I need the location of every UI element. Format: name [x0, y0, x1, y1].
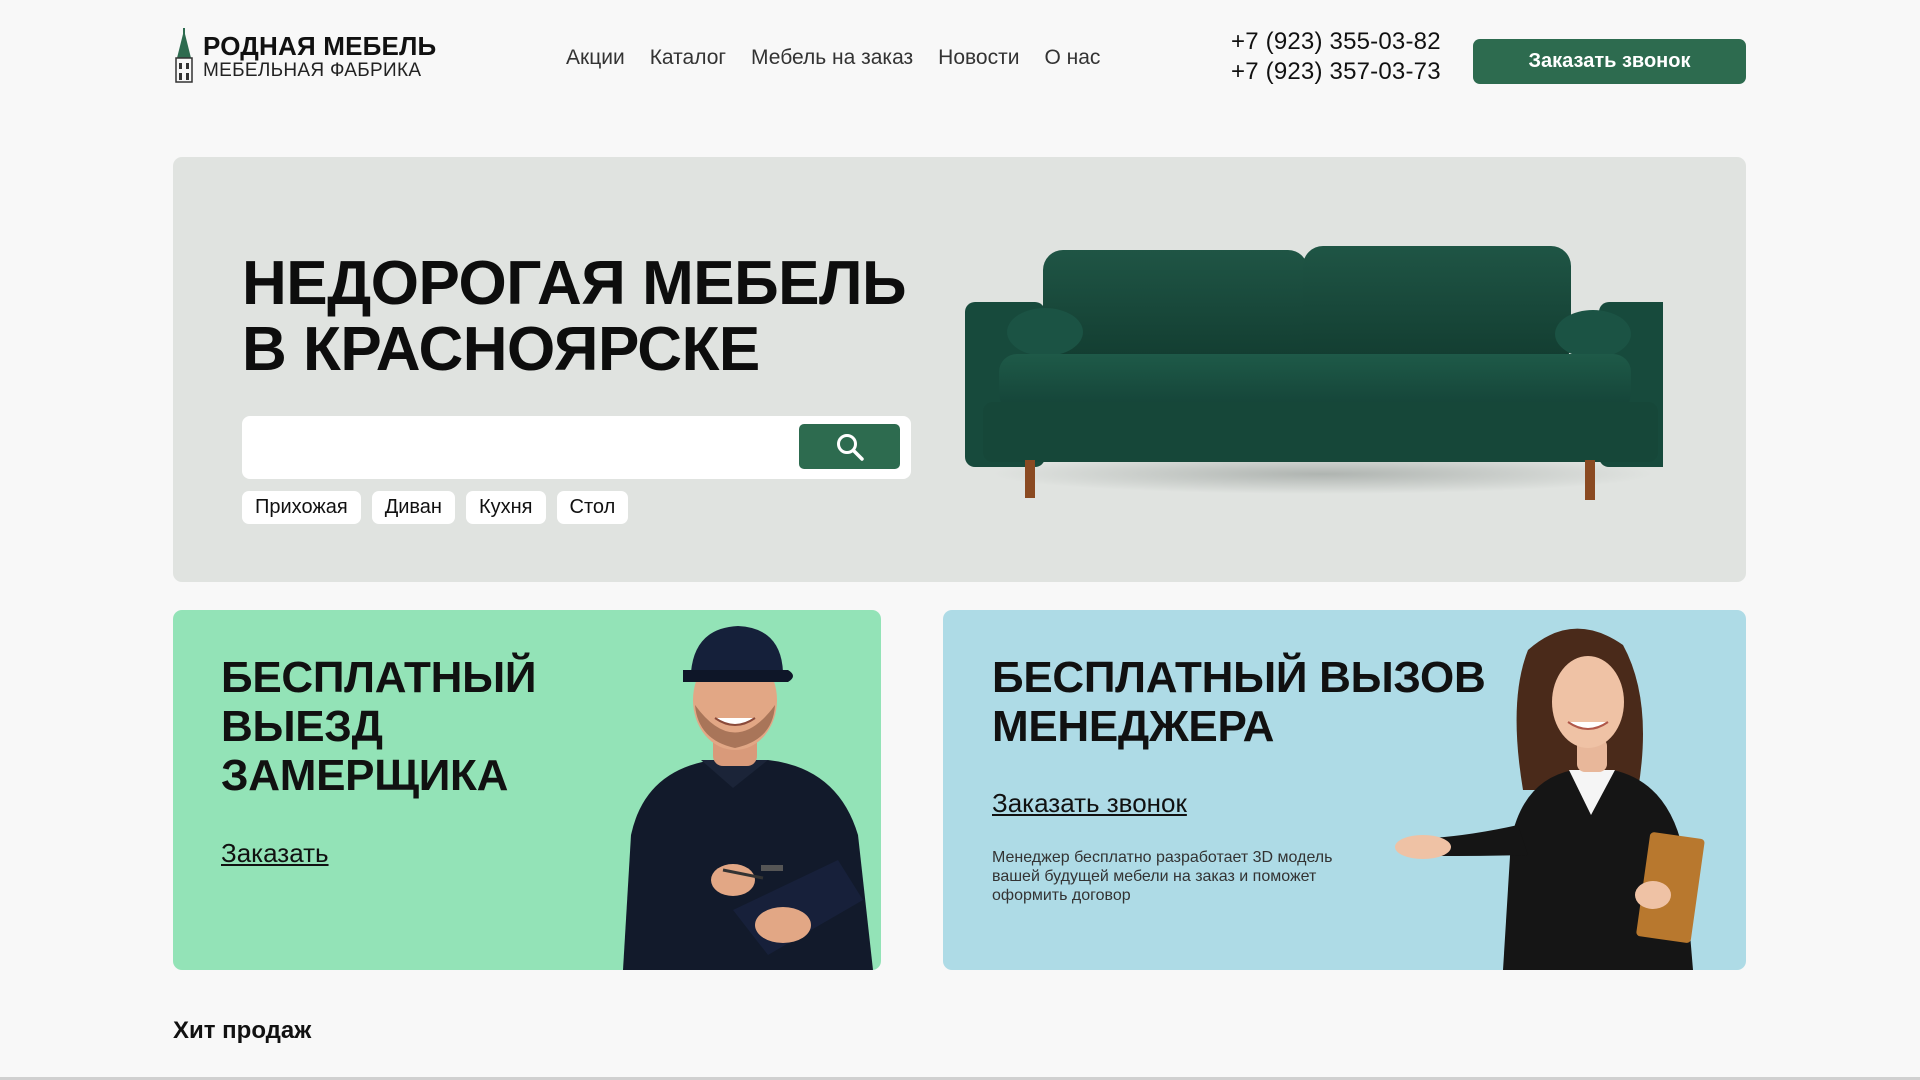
sofa-image	[965, 246, 1663, 500]
search-bar	[242, 416, 911, 479]
phone-number-1[interactable]: +7 (923) 355-03-82	[1231, 28, 1441, 56]
nav-item-promotions[interactable]: Акции	[566, 46, 625, 70]
site-header: РОДНАЯ МЕБЕЛЬ МЕБЕЛЬНАЯ ФАБРИКА Акции Ка…	[0, 0, 1920, 120]
hero-banner: НЕДОРОГАЯ МЕБЕЛЬ В КРАСНОЯРСКЕ Прихожая …	[173, 157, 1746, 582]
promo-manager-description: Менеджер бесплатно разработает 3D модель…	[992, 849, 1333, 904]
promo-measurer-order-link[interactable]: Заказать	[221, 838, 329, 869]
hero-title-line2: В КРАСНОЯРСКЕ	[242, 315, 760, 384]
search-icon	[836, 433, 864, 461]
measurer-photo	[623, 626, 873, 970]
phone-numbers: +7 (923) 355-03-82 +7 (923) 357-03-73	[1231, 28, 1441, 86]
nav-item-catalog[interactable]: Каталог	[650, 46, 726, 70]
promo-manager-callback-link[interactable]: Заказать звонок	[992, 788, 1187, 819]
tag-sofa[interactable]: Диван	[371, 491, 455, 524]
promo-free-measurer: БЕСПЛАТНЫЙ ВЫЕЗД ЗАМЕРЩИКА Заказать	[173, 610, 881, 970]
hero-title-line1: НЕДОРОГАЯ МЕБЕЛЬ	[242, 249, 907, 318]
hero-title: НЕДОРОГАЯ МЕБЕЛЬ В КРАСНОЯРСКЕ	[242, 251, 922, 383]
tag-table[interactable]: Стол	[556, 491, 629, 524]
promo-measurer-title-line2: ВЫЕЗД	[221, 702, 383, 751]
tag-kitchen[interactable]: Кухня	[465, 491, 546, 524]
bestsellers-title: Хит продаж	[173, 1017, 312, 1044]
logo-subtitle: МЕБЕЛЬНАЯ ФАБРИКА	[203, 59, 422, 81]
order-callback-button[interactable]: Заказать звонок	[1473, 39, 1746, 84]
promo-manager-title-line2: МЕНЕДЖЕРА	[992, 702, 1275, 751]
tag-hallway[interactable]: Прихожая	[242, 491, 361, 524]
logo[interactable]: РОДНАЯ МЕБЕЛЬ МЕБЕЛЬНАЯ ФАБРИКА	[173, 28, 436, 84]
quick-tags: Прихожая Диван Кухня Стол	[242, 491, 629, 524]
promo-measurer-title-line3: ЗАМЕРЩИКА	[221, 751, 509, 800]
logo-title: РОДНАЯ МЕБЕЛЬ	[203, 30, 437, 61]
search-button[interactable]	[799, 424, 900, 469]
search-input[interactable]	[242, 416, 782, 479]
church-tower-icon	[175, 28, 193, 83]
nav-item-custom-furniture[interactable]: Мебель на заказ	[751, 46, 913, 70]
promo-measurer-title-line1: БЕСПЛАТНЫЙ	[221, 653, 537, 702]
phone-number-2[interactable]: +7 (923) 357-03-73	[1231, 58, 1441, 86]
manager-photo	[1395, 628, 1705, 970]
promo-free-manager: БЕСПЛАТНЫЙ ВЫЗОВ МЕНЕДЖЕРА Заказать звон…	[943, 610, 1746, 970]
main-nav: Акции Каталог Мебель на заказ Новости О …	[566, 46, 1100, 70]
promo-measurer-title: БЕСПЛАТНЫЙ ВЫЕЗД ЗАМЕРЩИКА	[221, 653, 601, 800]
nav-item-news[interactable]: Новости	[938, 46, 1019, 70]
nav-item-about[interactable]: О нас	[1044, 46, 1100, 70]
